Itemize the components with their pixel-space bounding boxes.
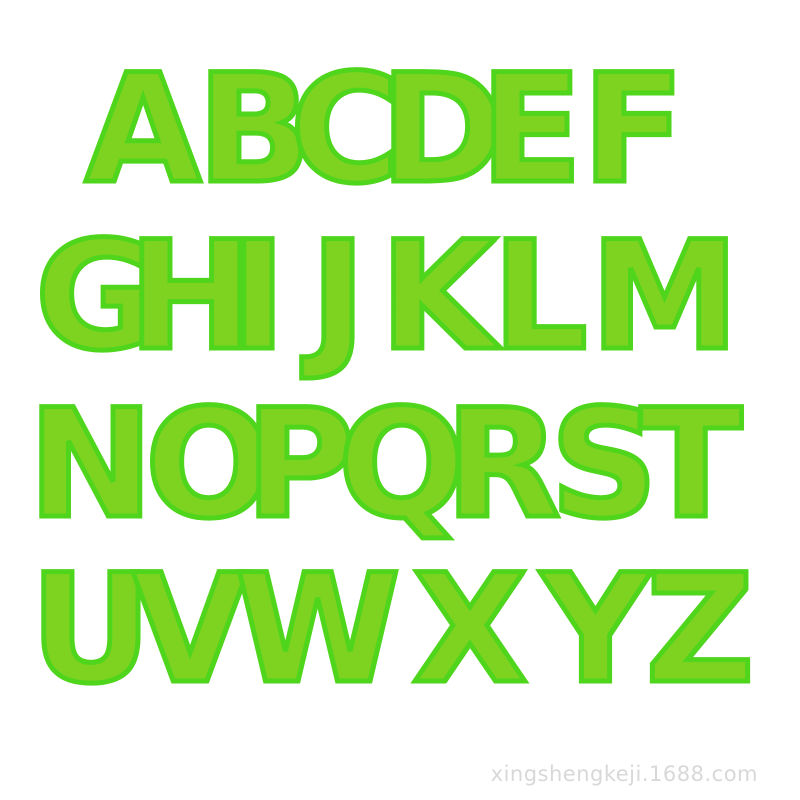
patch-letter: N — [26, 378, 157, 552]
patch-letter: D — [378, 43, 508, 217]
patch-letter: S — [548, 378, 661, 552]
patch-letter: K — [377, 210, 498, 384]
patch-row-1: A B C D E F — [0, 43, 800, 225]
letter-patches-photo: A B C D E F G H I J K L M N O P Q R S T … — [0, 0, 800, 800]
patch-letter: U — [28, 543, 155, 717]
patch-letter: I — [228, 210, 289, 384]
patch-letter: J — [308, 210, 369, 384]
patch-letter: X — [410, 543, 531, 717]
watermark-text: xingshengkeji.1688.com — [490, 762, 758, 786]
patch-letter: O — [143, 378, 276, 552]
patch-letter: E — [478, 43, 585, 217]
patch-letter: M — [588, 210, 742, 384]
patch-letter: W — [233, 543, 403, 717]
patch-letter: Z — [643, 543, 757, 717]
patch-row-3: N O P Q R S T — [0, 378, 800, 560]
patch-letter: L — [490, 210, 591, 384]
patch-letter: P — [243, 378, 358, 552]
patch-letter: R — [443, 378, 564, 552]
patch-letter: Q — [336, 378, 469, 552]
patch-letter: T — [638, 378, 745, 552]
patch-letter: F — [580, 43, 687, 217]
patch-row-2: G H I J K L M — [0, 210, 800, 392]
patch-letter: Y — [539, 543, 653, 717]
patch-letter: A — [83, 43, 204, 217]
patch-row-4: U V W X Y Z — [0, 543, 800, 725]
patch-letter: V — [130, 543, 251, 717]
